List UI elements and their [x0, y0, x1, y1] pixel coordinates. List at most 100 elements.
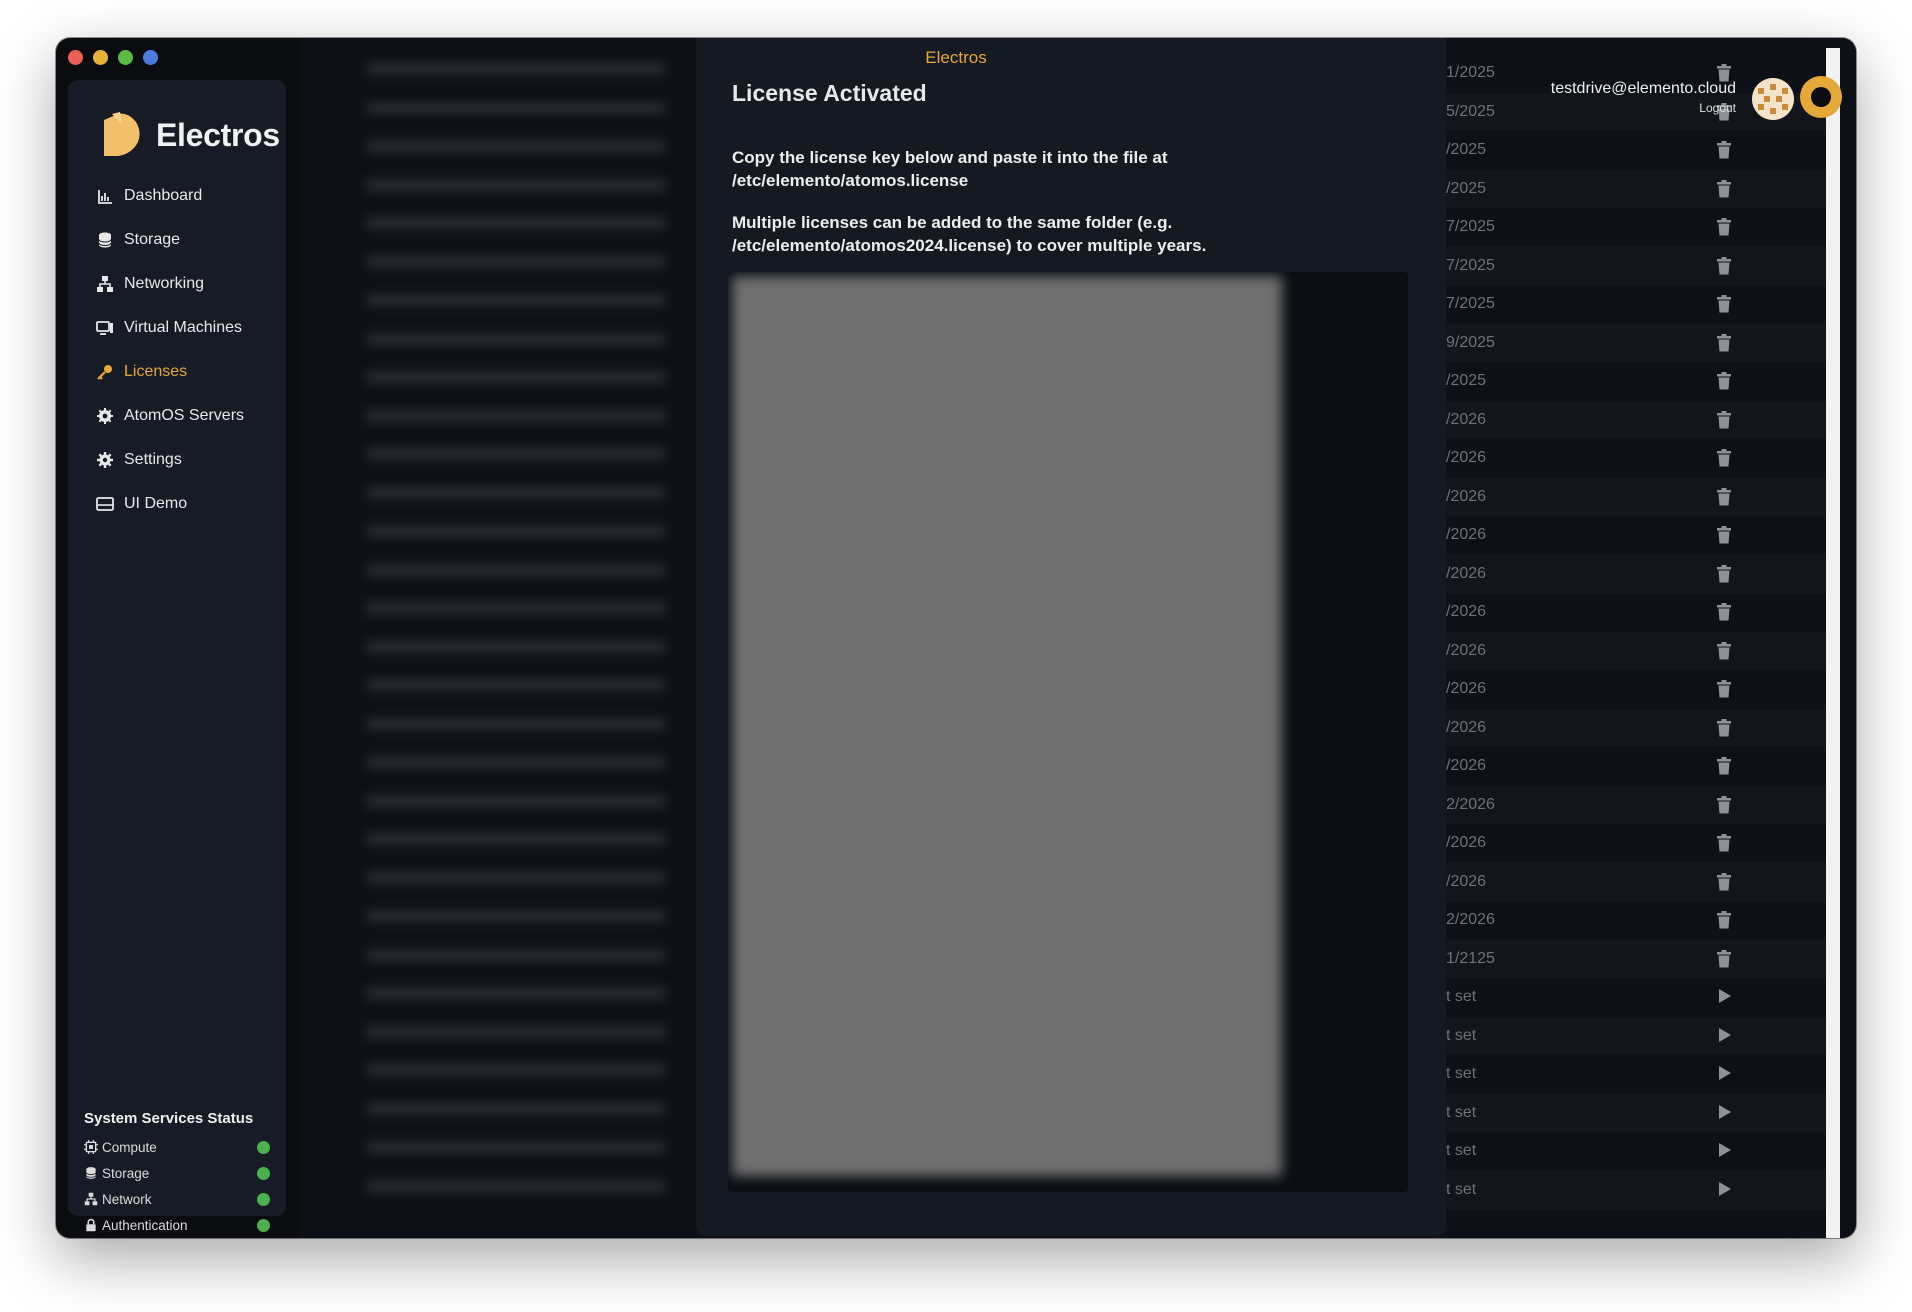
trash-icon[interactable] — [1716, 295, 1732, 313]
table-cell-expiry: /2026 — [1446, 526, 1487, 543]
table-cell-expiry: 7/2025 — [1446, 256, 1495, 274]
table-cell-expiry: t set — [1446, 1142, 1477, 1159]
table-cell-expiry: 7/2025 — [1446, 218, 1495, 235]
table-row — [1446, 323, 1836, 362]
table-cell-expiry: t set — [1446, 988, 1477, 1005]
table-row — [1446, 477, 1836, 516]
service-label: Network — [102, 1191, 152, 1207]
trash-icon[interactable] — [1716, 641, 1732, 660]
trash-icon[interactable] — [1716, 526, 1732, 544]
database-icon — [85, 1167, 97, 1179]
blurred-row — [366, 524, 666, 538]
brand-logo[interactable]: Electros — [98, 112, 280, 158]
blurred-row — [366, 216, 666, 230]
play-icon[interactable] — [1718, 1181, 1732, 1197]
status-ok-dot — [257, 1192, 270, 1206]
modal-note: Multiple licenses can be added to the sa… — [732, 211, 1422, 257]
chart-icon — [98, 190, 112, 204]
trash-icon[interactable] — [1716, 333, 1732, 352]
blurred-row — [366, 254, 666, 269]
table-row — [1446, 708, 1836, 747]
blurred-row — [366, 832, 666, 846]
sidebar-item-networking[interactable]: Networking — [96, 268, 204, 300]
play-icon[interactable] — [1718, 988, 1732, 1004]
trash-icon[interactable] — [1716, 949, 1732, 968]
sidebar-item-ui-demo[interactable]: UI Demo — [96, 488, 187, 520]
blurred-row — [366, 870, 666, 885]
trash-icon[interactable] — [1716, 564, 1732, 583]
table-cell-expiry: t set — [1446, 1103, 1477, 1121]
license-modal: License Activated Copy the license key b… — [696, 38, 1446, 1236]
table-cell-expiry: /2026 — [1446, 718, 1487, 736]
logout-link[interactable]: Logout — [1699, 101, 1736, 115]
blurred-row — [366, 293, 666, 307]
trash-icon[interactable] — [1716, 872, 1732, 891]
trash-icon[interactable] — [1716, 372, 1732, 390]
trash-icon[interactable] — [1716, 718, 1732, 737]
play-icon[interactable] — [1718, 1142, 1732, 1158]
license-key-box[interactable] — [728, 272, 1408, 1192]
blurred-row — [366, 331, 666, 346]
sidebar-item-virtual-machines[interactable]: Virtual Machines — [96, 312, 242, 344]
cpu-icon — [84, 1140, 98, 1154]
table-row — [1446, 631, 1836, 670]
play-icon[interactable] — [1718, 1104, 1732, 1120]
connection-status-icon[interactable] — [1800, 76, 1842, 118]
user-email: testdrive@elemento.cloud — [1550, 80, 1736, 97]
blurred-row — [366, 1024, 666, 1039]
trash-icon[interactable] — [1716, 603, 1732, 621]
blurred-row — [366, 947, 666, 962]
trash-icon[interactable] — [1716, 757, 1732, 775]
table-cell-expiry: /2026 — [1446, 757, 1487, 774]
service-label: Storage — [102, 1165, 150, 1181]
table-row — [1446, 1170, 1836, 1209]
instruction-line: Copy the license key below and paste it … — [732, 148, 1168, 167]
table-row — [1446, 554, 1836, 593]
trash-icon[interactable] — [1716, 141, 1732, 159]
license-key-text-redacted — [732, 276, 1282, 1176]
table-row — [1446, 1093, 1836, 1132]
trash-icon[interactable] — [1716, 410, 1732, 429]
play-icon[interactable] — [1718, 1065, 1732, 1081]
blurred-row — [366, 408, 666, 423]
sidebar-item-settings[interactable]: Settings — [96, 444, 182, 476]
blurred-row — [366, 177, 666, 192]
service-network: Network — [84, 1188, 284, 1210]
blurred-row — [366, 485, 666, 500]
monitor-icon — [96, 321, 113, 335]
trash-icon[interactable] — [1716, 834, 1732, 852]
sidebar-item-licenses[interactable]: Licenses — [96, 356, 187, 388]
electros-logo-icon — [104, 112, 140, 156]
sidebar-item-atomos-servers[interactable]: AtomOS Servers — [96, 400, 244, 432]
table-cell-expiry: t set — [1446, 1065, 1477, 1082]
trash-icon[interactable] — [1716, 218, 1732, 236]
trash-icon[interactable] — [1716, 487, 1732, 506]
play-icon[interactable] — [1718, 1027, 1732, 1043]
table-cell-expiry: 2/2026 — [1446, 911, 1495, 928]
brand-name: Electros — [156, 116, 280, 153]
blurred-row — [366, 1140, 666, 1154]
sidebar: Electros Dashboard Storage Networking Virtu… — [68, 80, 286, 1233]
table-row — [1446, 400, 1836, 439]
trash-icon[interactable] — [1716, 795, 1732, 814]
table-cell-expiry: 1/2125 — [1446, 949, 1495, 967]
cog-icon — [97, 408, 113, 424]
trash-icon[interactable] — [1716, 911, 1732, 929]
database-icon — [98, 232, 112, 248]
sidebar-item-dashboard[interactable]: Dashboard — [96, 180, 202, 212]
trash-icon[interactable] — [1716, 179, 1732, 198]
user-avatar[interactable] — [1752, 78, 1794, 120]
scrollbar[interactable] — [1826, 48, 1840, 1238]
trash-icon[interactable] — [1716, 256, 1732, 275]
blurred-row — [366, 755, 666, 769]
sidebar-item-label: AtomOS Servers — [124, 407, 245, 424]
table-cell-expiry: /2026 — [1446, 641, 1487, 659]
trash-icon[interactable] — [1716, 449, 1732, 467]
sidebar-item-label: UI Demo — [124, 495, 188, 512]
table-cell-expiry: t set — [1446, 1026, 1477, 1044]
trash-icon[interactable] — [1716, 680, 1732, 698]
sidebar-item-label: Dashboard — [124, 187, 203, 204]
table-cell-expiry: /2025 — [1446, 141, 1487, 158]
sidebar-item-storage[interactable]: Storage — [96, 224, 180, 256]
sidebar-item-label: Licenses — [124, 363, 188, 380]
